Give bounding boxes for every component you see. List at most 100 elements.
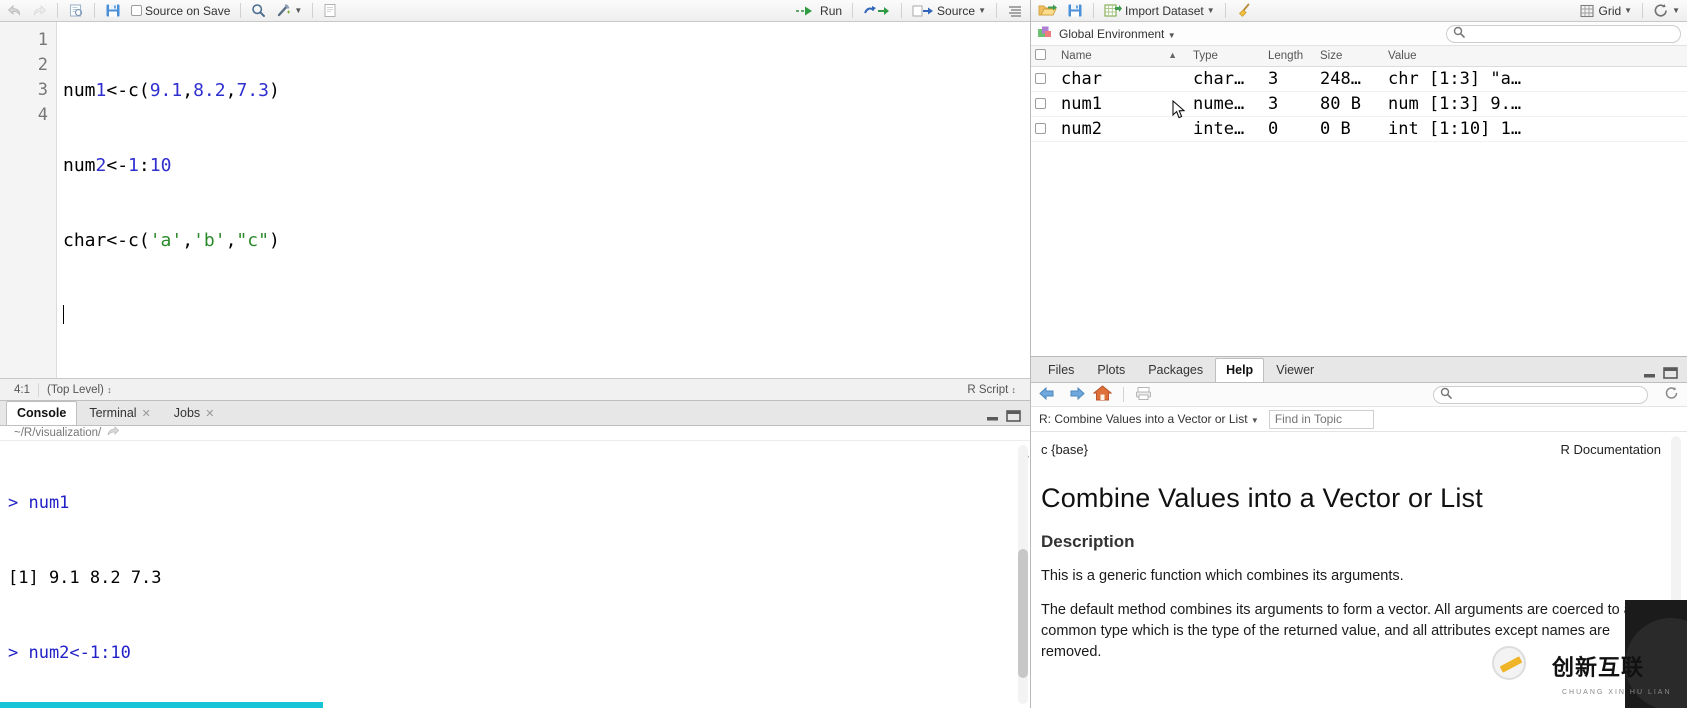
help-refresh-icon[interactable] bbox=[1664, 386, 1679, 403]
import-dataset-label: Import Dataset bbox=[1125, 3, 1204, 18]
help-scrollbar-thumb[interactable] bbox=[1671, 602, 1681, 672]
rerun-icon[interactable] bbox=[860, 3, 894, 19]
selection-highlight-bar bbox=[0, 702, 323, 708]
find-in-topic-input[interactable] bbox=[1274, 412, 1368, 426]
broom-icon[interactable] bbox=[1233, 2, 1256, 19]
help-content[interactable]: c {base} R Documentation Combine Values … bbox=[1031, 432, 1687, 708]
close-icon[interactable]: ✕ bbox=[142, 407, 151, 420]
save-icon[interactable] bbox=[102, 2, 124, 19]
column-header-type[interactable]: Type bbox=[1189, 46, 1264, 67]
refresh-icon[interactable]: ▼ bbox=[1650, 2, 1683, 19]
file-type-selector[interactable]: R Script ↕ bbox=[959, 384, 1024, 396]
help-topic-label: R: Combine Values into a Vector or List bbox=[1039, 412, 1248, 426]
column-header-value[interactable]: Value bbox=[1384, 46, 1687, 67]
chevron-down-icon[interactable]: ▼ bbox=[1624, 6, 1632, 15]
find-in-topic-box[interactable] bbox=[1268, 409, 1374, 429]
run-button[interactable]: Run bbox=[792, 3, 845, 19]
editor-body[interactable]: 1 2 3 4 num1<-c(9.1,8.2,7.3) num2<-1:10 … bbox=[0, 22, 1030, 378]
column-header-length[interactable]: Length bbox=[1264, 46, 1316, 67]
help-search-input[interactable] bbox=[1456, 387, 1641, 402]
console-scrollbar[interactable] bbox=[1018, 445, 1028, 704]
magnifier-icon[interactable] bbox=[248, 2, 269, 19]
help-search-box[interactable] bbox=[1433, 385, 1648, 404]
table-row[interactable]: char char… 3 248… chr [1:3] "a… bbox=[1031, 66, 1687, 92]
tab-help[interactable]: Help bbox=[1215, 358, 1265, 382]
table-row[interactable]: num2 inte… 0 0 B int [1:10] 1… bbox=[1031, 116, 1687, 142]
source-on-save-checkbox-box[interactable] bbox=[131, 5, 142, 16]
forward-arrow-icon[interactable] bbox=[1066, 386, 1085, 404]
toolbar-divider bbox=[1642, 3, 1644, 18]
print-icon[interactable] bbox=[1135, 386, 1153, 404]
source-label: Source bbox=[937, 3, 976, 18]
magic-wand-icon[interactable]: ▼ bbox=[273, 2, 305, 19]
sort-ascending-icon: ▲ bbox=[1168, 50, 1177, 60]
column-header-size[interactable]: Size bbox=[1316, 46, 1384, 67]
right-column: Import Dataset ▼ Grid ▼ ▼ Global Environ… bbox=[1031, 0, 1687, 708]
row-checkbox-cell[interactable] bbox=[1031, 66, 1057, 92]
source-caret-icon[interactable]: ▼ bbox=[978, 6, 986, 15]
row-checkbox[interactable] bbox=[1035, 98, 1046, 109]
chevron-down-icon[interactable]: ▼ bbox=[1168, 31, 1176, 40]
console-working-directory[interactable]: ~/R/visualization/ bbox=[0, 426, 1030, 441]
source-button[interactable]: Source ▼ bbox=[909, 3, 989, 19]
chevron-down-icon[interactable]: ▼ bbox=[1672, 6, 1680, 15]
editor-code-area[interactable]: num1<-c(9.1,8.2,7.3) num2<-1:10 char<-c(… bbox=[57, 22, 1030, 378]
import-dataset-button[interactable]: Import Dataset ▼ bbox=[1101, 2, 1218, 19]
help-topic-selector[interactable]: R: Combine Values into a Vector or List … bbox=[1039, 412, 1259, 426]
maximize-button[interactable] bbox=[1006, 410, 1022, 422]
show-in-new-window-icon[interactable] bbox=[65, 2, 87, 19]
tab-jobs[interactable]: Jobs ✕ bbox=[163, 401, 226, 425]
home-icon[interactable] bbox=[1092, 385, 1113, 404]
line-number: 4 bbox=[37, 105, 48, 125]
row-checkbox[interactable] bbox=[1035, 123, 1046, 134]
compile-report-icon[interactable] bbox=[320, 2, 340, 19]
select-all-checkbox[interactable] bbox=[1035, 49, 1046, 60]
document-outline-icon[interactable] bbox=[1004, 3, 1026, 19]
console-line-text: > num2<-1:10 bbox=[8, 643, 131, 663]
minimize-button[interactable] bbox=[986, 411, 1000, 422]
source-on-save-checkbox[interactable]: Source on Save bbox=[128, 3, 233, 19]
console-scrollbar-thumb[interactable] bbox=[1018, 548, 1028, 679]
chevron-down-icon[interactable]: ▼ bbox=[1251, 416, 1259, 425]
code-line-1-text: num1<-c(9.1,8.2,7.3) bbox=[63, 80, 280, 101]
table-row[interactable]: num1 nume… 3 80 B num [1:3] 9.… bbox=[1031, 91, 1687, 117]
row-checkbox[interactable] bbox=[1035, 73, 1046, 84]
tab-packages-label: Packages bbox=[1148, 363, 1204, 377]
row-checkbox-cell[interactable] bbox=[1031, 91, 1057, 117]
toolbar-divider bbox=[94, 3, 95, 18]
select-all-checkbox-cell[interactable] bbox=[1031, 46, 1057, 67]
column-header-name[interactable]: Name ▲ bbox=[1057, 46, 1189, 67]
code-tools-caret-icon[interactable]: ▼ bbox=[294, 6, 302, 15]
open-folder-icon[interactable] bbox=[1035, 2, 1060, 19]
forward-arrow-icon[interactable] bbox=[29, 3, 50, 18]
environment-search-box[interactable] bbox=[1446, 24, 1681, 43]
close-icon[interactable]: ✕ bbox=[205, 407, 214, 420]
global-environment-selector[interactable]: Global Environment ▼ bbox=[1059, 27, 1176, 41]
toolbar-divider bbox=[57, 3, 58, 18]
code-line-3-text: char<-c('a','b',"c") bbox=[63, 230, 280, 251]
tab-plots[interactable]: Plots bbox=[1086, 358, 1136, 382]
column-header-name-label: Name bbox=[1061, 50, 1092, 62]
scope-updown-icon[interactable]: ↕ bbox=[107, 385, 112, 395]
line-number: 1 bbox=[37, 30, 48, 50]
maximize-button[interactable] bbox=[1663, 367, 1679, 379]
tab-viewer[interactable]: Viewer bbox=[1265, 358, 1325, 382]
console-output[interactable]: > num1 [1] 9.1 8.2 7.3 > num2<-1:10 > nu… bbox=[0, 441, 1030, 708]
minimize-button[interactable] bbox=[1643, 368, 1657, 379]
grid-view-button[interactable]: Grid ▼ bbox=[1577, 3, 1635, 19]
back-arrow-icon[interactable] bbox=[1039, 386, 1058, 404]
chevron-down-icon[interactable]: ▼ bbox=[1207, 6, 1215, 15]
tab-files[interactable]: Files bbox=[1037, 358, 1085, 382]
tab-console[interactable]: Console bbox=[6, 401, 78, 425]
tab-terminal[interactable]: Terminal ✕ bbox=[78, 401, 161, 425]
tab-packages[interactable]: Packages bbox=[1137, 358, 1214, 382]
save-icon[interactable] bbox=[1064, 2, 1086, 19]
show-folder-icon[interactable] bbox=[106, 426, 120, 440]
file-type-updown-icon[interactable]: ↕ bbox=[1012, 385, 1017, 395]
row-checkbox-cell[interactable] bbox=[1031, 116, 1057, 142]
environment-search-input[interactable] bbox=[1469, 26, 1674, 41]
grid-label: Grid bbox=[1598, 3, 1622, 18]
back-arrow-icon[interactable] bbox=[4, 3, 25, 18]
scope-selector[interactable]: (Top Level) ↕ bbox=[39, 384, 120, 396]
help-scrollbar[interactable] bbox=[1671, 436, 1681, 704]
